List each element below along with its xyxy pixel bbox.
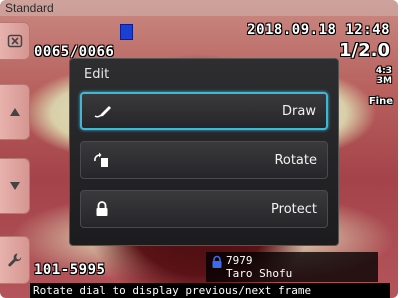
triangle-up-icon (9, 108, 20, 116)
protect-lock-icon (212, 255, 222, 268)
status-bar: Rotate dial to display previous/next fra… (30, 283, 390, 298)
lock-icon (91, 200, 113, 218)
protect-flag-indicator (120, 24, 133, 40)
magnification-readout: 1/2.0 (339, 40, 390, 61)
close-icon (7, 34, 22, 48)
patient-name: Taro Shofu (226, 267, 293, 280)
edit-menu-title: Edit (84, 67, 110, 82)
close-button[interactable] (0, 22, 30, 60)
pen-icon (92, 102, 114, 120)
draw-label: Draw (282, 103, 316, 119)
patient-number: 7979 (226, 254, 253, 267)
edit-menu: Edit Draw Rotate Protect (69, 58, 339, 246)
image-size-readout: 4:3 3M (376, 66, 392, 86)
rotate-icon (91, 151, 113, 169)
draw-button[interactable]: Draw (80, 92, 328, 130)
datetime-readout: 2018.09.18 12:48 (247, 22, 390, 38)
aspect-ratio-label: 4:3 (375, 66, 392, 76)
protect-label: Protect (271, 201, 317, 217)
scroll-up-button[interactable] (0, 84, 30, 140)
patient-info-box: 7979 Taro Shofu (206, 252, 378, 282)
camera-preview-screen: Standard 2018.09.18 12:48 0065/0066 1/2.… (0, 0, 398, 298)
scroll-down-button[interactable] (0, 158, 30, 214)
wrench-icon (7, 253, 21, 267)
rotate-button[interactable]: Rotate (80, 141, 328, 179)
patient-id-label: 101-5995 (34, 262, 106, 278)
rotate-label: Rotate (274, 152, 317, 168)
protect-button[interactable]: Protect (80, 190, 328, 228)
tool-button[interactable] (0, 236, 30, 284)
resolution-label: 3M (376, 76, 392, 86)
triangle-down-icon (9, 182, 20, 190)
mode-badge: Standard (0, 0, 398, 16)
quality-label: Fine (368, 96, 393, 107)
